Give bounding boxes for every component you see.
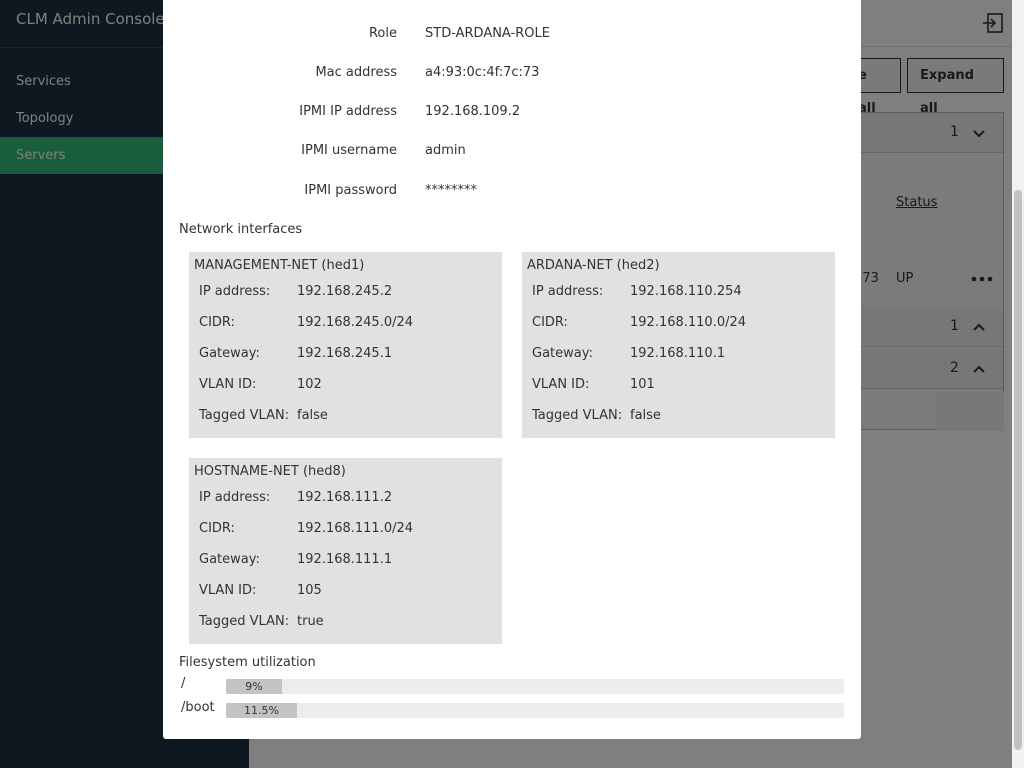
ipmi-ip-value: 192.168.109.2 [425, 104, 521, 119]
scrollbar-thumb[interactable] [1014, 190, 1022, 750]
gateway-value: 192.168.110.1 [630, 346, 726, 361]
network-name: ARDANA-NET (hed2) [527, 258, 660, 273]
ipmi-username-label: IPMI username [301, 143, 397, 158]
usage-percent: 9% [245, 680, 263, 693]
ip-address-value: 192.168.245.2 [297, 284, 393, 299]
tagged-vlan-value: true [297, 614, 324, 629]
filesystem-usage-bar: 9% [226, 679, 844, 694]
vlan-id-label: VLAN ID: [199, 583, 257, 598]
cidr-label: CIDR: [199, 521, 235, 536]
vlan-id-value: 102 [297, 377, 322, 392]
gateway-label: Gateway: [199, 552, 260, 567]
tagged-vlan-label: Tagged VLAN: [199, 408, 290, 423]
network-card: MANAGEMENT-NET (hed1) IP address: 192.16… [189, 252, 502, 438]
cidr-label: CIDR: [532, 315, 568, 330]
network-card: HOSTNAME-NET (hed8) IP address: 192.168.… [189, 458, 502, 644]
filesystem-utilization-title: Filesystem utilization [179, 655, 316, 670]
network-interfaces-title: Network interfaces [179, 222, 303, 237]
cidr-value: 192.168.245.0/24 [297, 315, 414, 330]
network-name: MANAGEMENT-NET (hed1) [194, 258, 365, 273]
mac-address-value: a4:93:0c:4f:7c:73 [425, 65, 540, 80]
ipmi-password-value: ******** [425, 183, 477, 198]
cidr-value: 192.168.111.0/24 [297, 521, 414, 536]
cidr-label: CIDR: [199, 315, 235, 330]
ipmi-ip-label: IPMI IP address [299, 104, 397, 119]
vlan-id-label: VLAN ID: [199, 377, 257, 392]
tagged-vlan-value: false [630, 408, 661, 423]
usage-percent: 11.5% [244, 704, 279, 717]
tagged-vlan-label: Tagged VLAN: [532, 408, 623, 423]
mac-address-label: Mac address [315, 65, 397, 80]
ip-address-value: 192.168.110.254 [630, 284, 742, 299]
ip-address-value: 192.168.111.2 [297, 490, 393, 505]
tagged-vlan-label: Tagged VLAN: [199, 614, 290, 629]
vlan-id-value: 101 [630, 377, 655, 392]
role-value: STD-ARDANA-ROLE [425, 26, 550, 41]
vlan-id-value: 105 [297, 583, 322, 598]
role-label: Role [368, 26, 397, 41]
page-scrollbar[interactable] [1012, 0, 1024, 768]
server-details-modal: Role STD-ARDANA-ROLE Mac address a4:93:0… [163, 0, 861, 739]
ip-address-label: IP address: [199, 490, 271, 505]
ip-address-label: IP address: [199, 284, 271, 299]
ipmi-password-label: IPMI password [304, 183, 397, 198]
gateway-label: Gateway: [532, 346, 593, 361]
filesystem-usage-bar: 11.5% [226, 703, 844, 718]
network-name: HOSTNAME-NET (hed8) [194, 464, 346, 479]
vlan-id-label: VLAN ID: [532, 377, 590, 392]
filesystem-mount-label: / [181, 676, 186, 691]
gateway-value: 192.168.111.1 [297, 552, 393, 567]
ip-address-label: IP address: [532, 284, 604, 299]
filesystem-mount-label: /boot [181, 700, 215, 715]
gateway-value: 192.168.245.1 [297, 346, 393, 361]
cidr-value: 192.168.110.0/24 [630, 315, 747, 330]
tagged-vlan-value: false [297, 408, 328, 423]
network-card: ARDANA-NET (hed2) IP address: 192.168.11… [522, 252, 835, 438]
ipmi-username-value: admin [425, 143, 466, 158]
gateway-label: Gateway: [199, 346, 260, 361]
